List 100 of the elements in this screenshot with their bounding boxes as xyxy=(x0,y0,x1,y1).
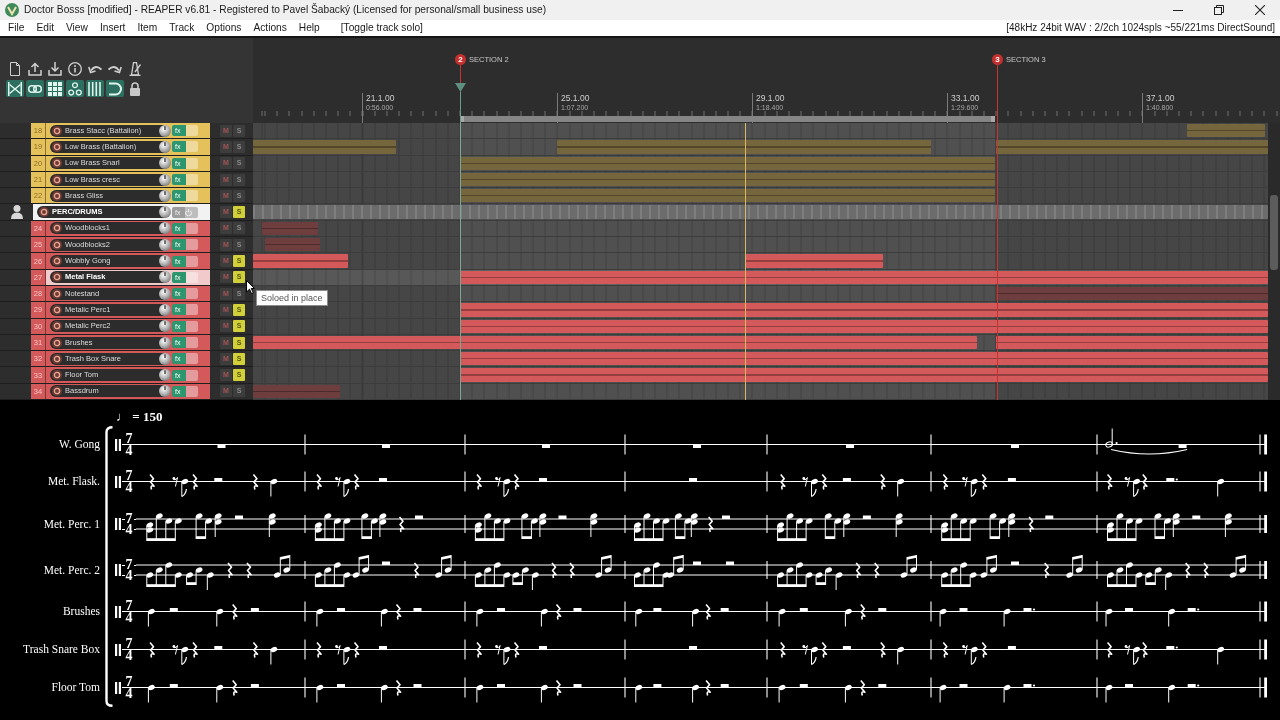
time-signature-upper: 7 xyxy=(124,558,134,570)
time-signature-lower: 4 xyxy=(124,570,134,582)
media-item xyxy=(262,221,318,236)
volume-knob[interactable] xyxy=(159,238,171,251)
volume-knob[interactable] xyxy=(159,157,171,170)
record-arm-icon[interactable] xyxy=(52,239,62,250)
minimize-icon xyxy=(1172,9,1183,11)
toggle-button[interactable] xyxy=(26,80,44,97)
volume-knob[interactable] xyxy=(159,336,171,349)
download-icon[interactable] xyxy=(48,61,62,76)
menu-item[interactable]: View xyxy=(60,21,94,35)
menu-item[interactable]: Actions xyxy=(247,21,293,35)
menu-item[interactable]: Help xyxy=(292,21,326,35)
record-arm-icon[interactable] xyxy=(52,272,62,283)
time-signature-upper: 7 xyxy=(124,638,134,650)
staff-name: Met. Perc. 1 xyxy=(43,517,101,531)
toggle-button[interactable] xyxy=(46,80,64,97)
staff-name: Met. Flask. xyxy=(47,475,101,488)
record-arm-icon[interactable] xyxy=(52,125,62,136)
loop-icon xyxy=(108,81,122,96)
volume-knob[interactable] xyxy=(159,352,171,365)
toggle-button[interactable] xyxy=(86,80,104,97)
record-arm-icon[interactable] xyxy=(52,304,62,315)
record-arm-icon[interactable] xyxy=(52,190,62,201)
time-signature-upper: 7 xyxy=(124,600,134,612)
record-arm-icon[interactable] xyxy=(52,370,62,381)
volume-knob[interactable] xyxy=(159,385,171,398)
scrollbar-thumb[interactable] xyxy=(1270,195,1278,270)
toggle-button[interactable] xyxy=(6,80,24,97)
marker-number: 3 xyxy=(992,54,1003,65)
record-arm-icon[interactable] xyxy=(52,174,62,185)
volume-knob[interactable] xyxy=(159,140,171,153)
close-icon xyxy=(1254,5,1265,15)
app-icon xyxy=(5,3,19,17)
percussion-clef-icon xyxy=(114,681,121,694)
volume-knob[interactable] xyxy=(159,206,171,219)
record-arm-icon[interactable] xyxy=(52,337,62,348)
time-signature-lower: 4 xyxy=(124,611,134,623)
record-arm-icon[interactable] xyxy=(52,223,62,234)
media-item xyxy=(265,238,320,252)
volume-knob[interactable] xyxy=(159,320,171,333)
staff-name: Brushes xyxy=(62,605,101,618)
record-arm-icon[interactable] xyxy=(52,141,62,152)
new-file-icon[interactable] xyxy=(8,61,22,76)
record-arm-icon[interactable] xyxy=(52,256,62,266)
volume-knob[interactable] xyxy=(159,189,171,202)
record-arm-icon[interactable] xyxy=(52,353,62,364)
info-icon[interactable] xyxy=(68,61,82,76)
toggle-button[interactable] xyxy=(106,80,124,97)
time-signature-upper: 7 xyxy=(124,512,134,524)
staff-name: Met. Perc. 2 xyxy=(43,563,101,577)
staff-name: Floor Tom xyxy=(51,681,101,694)
lock-icon xyxy=(128,81,142,96)
crossfade-icon xyxy=(8,81,22,96)
staff-name: W. Gong xyxy=(58,438,101,451)
menu-item[interactable]: Item xyxy=(131,21,164,35)
undo-icon[interactable] xyxy=(88,63,102,74)
metronome-icon[interactable] xyxy=(128,61,142,76)
time-signature-lower: 4 xyxy=(124,481,134,493)
volume-knob[interactable] xyxy=(159,124,171,137)
menu-item[interactable]: Options xyxy=(200,21,248,35)
edit-cursor-icon[interactable] xyxy=(455,83,466,92)
toggle-button[interactable] xyxy=(66,80,84,97)
percussion-clef-icon xyxy=(114,605,121,618)
grid-icon xyxy=(48,81,62,96)
volume-knob[interactable] xyxy=(159,369,171,382)
bar-position-label: 21.1.00 xyxy=(366,93,395,103)
menu-item[interactable]: Insert xyxy=(93,21,132,35)
volume-knob[interactable] xyxy=(159,287,171,300)
volume-knob[interactable] xyxy=(159,303,171,316)
percussion-clef-icon xyxy=(114,518,121,530)
upload-icon[interactable] xyxy=(28,61,42,76)
record-arm-icon[interactable] xyxy=(52,321,62,332)
record-arm-icon[interactable] xyxy=(39,207,49,218)
last-action-label: [Toggle track solo] xyxy=(340,21,423,35)
circles-icon xyxy=(68,81,82,96)
tempo-marking: ♩ = 150 xyxy=(115,409,163,424)
time-signature-lower: 4 xyxy=(124,524,134,536)
bar-position-label: 37.1.00 xyxy=(1146,93,1175,103)
time-signature-lower: 4 xyxy=(124,687,134,699)
volume-knob[interactable] xyxy=(159,222,171,235)
bar-position-label: 33.1.00 xyxy=(951,93,980,103)
redo-icon[interactable] xyxy=(108,63,122,74)
volume-knob[interactable] xyxy=(159,173,171,186)
record-arm-icon[interactable] xyxy=(52,386,62,397)
menu-item[interactable]: File xyxy=(2,21,31,35)
person-icon xyxy=(10,205,23,220)
record-arm-icon[interactable] xyxy=(52,158,62,169)
menu-item[interactable]: Track xyxy=(163,21,201,35)
time-signature-lower: 4 xyxy=(124,444,134,456)
volume-knob[interactable] xyxy=(159,271,171,284)
time-signature-upper: 7 xyxy=(124,433,134,445)
percussion-clef-icon xyxy=(114,643,121,656)
volume-knob[interactable] xyxy=(159,255,171,267)
percussion-clef-icon xyxy=(114,475,121,488)
bar-position-label: 25.1.00 xyxy=(561,93,590,103)
time-signature-upper: 7 xyxy=(124,676,134,688)
menu-item[interactable]: Edit xyxy=(30,21,60,35)
restore-icon xyxy=(1213,5,1224,15)
record-arm-icon[interactable] xyxy=(52,288,62,299)
